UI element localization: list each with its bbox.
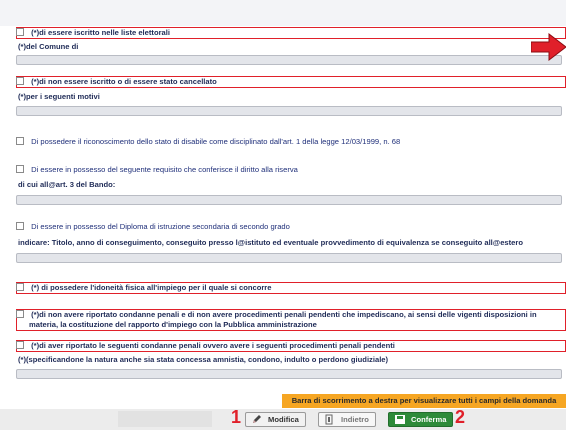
top-bar — [0, 0, 566, 26]
annotation-number-1: 1 — [231, 407, 242, 427]
checkbox[interactable] — [16, 222, 24, 230]
save-icon — [395, 415, 405, 424]
field-caption: (*)per i seguenti motivi — [18, 92, 100, 101]
modifica-label: Modifica — [268, 415, 299, 424]
checkbox[interactable] — [16, 137, 24, 145]
checkbox-label: (*)di non essere iscritto o di essere st… — [31, 77, 217, 86]
horizontal-scrollbar[interactable] — [118, 411, 212, 427]
checkbox-row[interactable]: Di essere in possesso del Diploma di ist… — [16, 222, 566, 231]
field-caption: di cui all@art. 3 del Bando: — [18, 180, 116, 189]
checkbox-label: Di essere in possesso del Diploma di ist… — [31, 222, 290, 231]
checkbox-row[interactable]: Di essere in possesso del seguente requi… — [16, 165, 566, 174]
field-caption: (*)(specificandone la natura anche sia s… — [18, 355, 389, 364]
checkbox-label: (*) di possedere l'idoneità fisica all'i… — [31, 283, 272, 292]
indietro-button[interactable]: Indietro — [318, 412, 376, 427]
field-caption: (*)del Comune di — [18, 42, 79, 51]
text-field-diploma[interactable] — [16, 253, 562, 263]
text-field-riserva[interactable] — [16, 195, 562, 205]
checkbox-label: (*)di essere iscritto nelle liste eletto… — [31, 28, 170, 37]
checkbox[interactable] — [16, 341, 24, 349]
text-field-comune[interactable] — [16, 55, 562, 65]
checkbox-label: Di essere in possesso del seguente requi… — [31, 165, 298, 174]
field-caption: indicare: Titolo, anno di conseguimento,… — [18, 238, 523, 247]
text-field-condanne[interactable] — [16, 369, 562, 379]
checkbox[interactable] — [16, 28, 24, 36]
checkbox[interactable] — [16, 310, 24, 318]
annotation-number-2: 2 — [455, 407, 466, 427]
checkbox-label: Di possedere il riconoscimento dello sta… — [31, 137, 401, 146]
back-icon — [325, 414, 333, 425]
text-field-motivi[interactable] — [16, 106, 562, 116]
checkbox-row[interactable]: (*) di possedere l'idoneità fisica all'i… — [16, 283, 566, 292]
checkbox-row[interactable]: (*)di aver riportato le seguenti condann… — [16, 341, 566, 350]
modifica-button[interactable]: Modifica — [245, 412, 306, 427]
checkbox[interactable] — [16, 77, 24, 85]
conferma-label: Conferma — [411, 415, 447, 424]
scroll-hint-banner: Barra di scorrimento a destra per visual… — [282, 394, 566, 408]
indietro-label: Indietro — [341, 415, 369, 424]
checkbox-row[interactable]: Di possedere il riconoscimento dello sta… — [16, 137, 566, 146]
checkbox[interactable] — [16, 165, 24, 173]
checkbox[interactable] — [16, 283, 24, 291]
checkbox-label-continuation: materia, la costituzione del rapporto d'… — [29, 320, 317, 329]
checkbox-label: (*)di aver riportato le seguenti condann… — [31, 341, 395, 350]
checkbox-row[interactable]: (*)di essere iscritto nelle liste eletto… — [16, 28, 566, 37]
checkbox-row[interactable]: (*)di non essere iscritto o di essere st… — [16, 77, 566, 86]
conferma-button[interactable]: Conferma — [388, 412, 454, 427]
right-arrow-icon — [531, 33, 566, 61]
checkbox-label: (*)di non avere riportato condanne penal… — [31, 310, 537, 319]
pencil-icon — [253, 415, 261, 423]
checkbox-row[interactable]: (*)di non avere riportato condanne penal… — [16, 310, 566, 319]
